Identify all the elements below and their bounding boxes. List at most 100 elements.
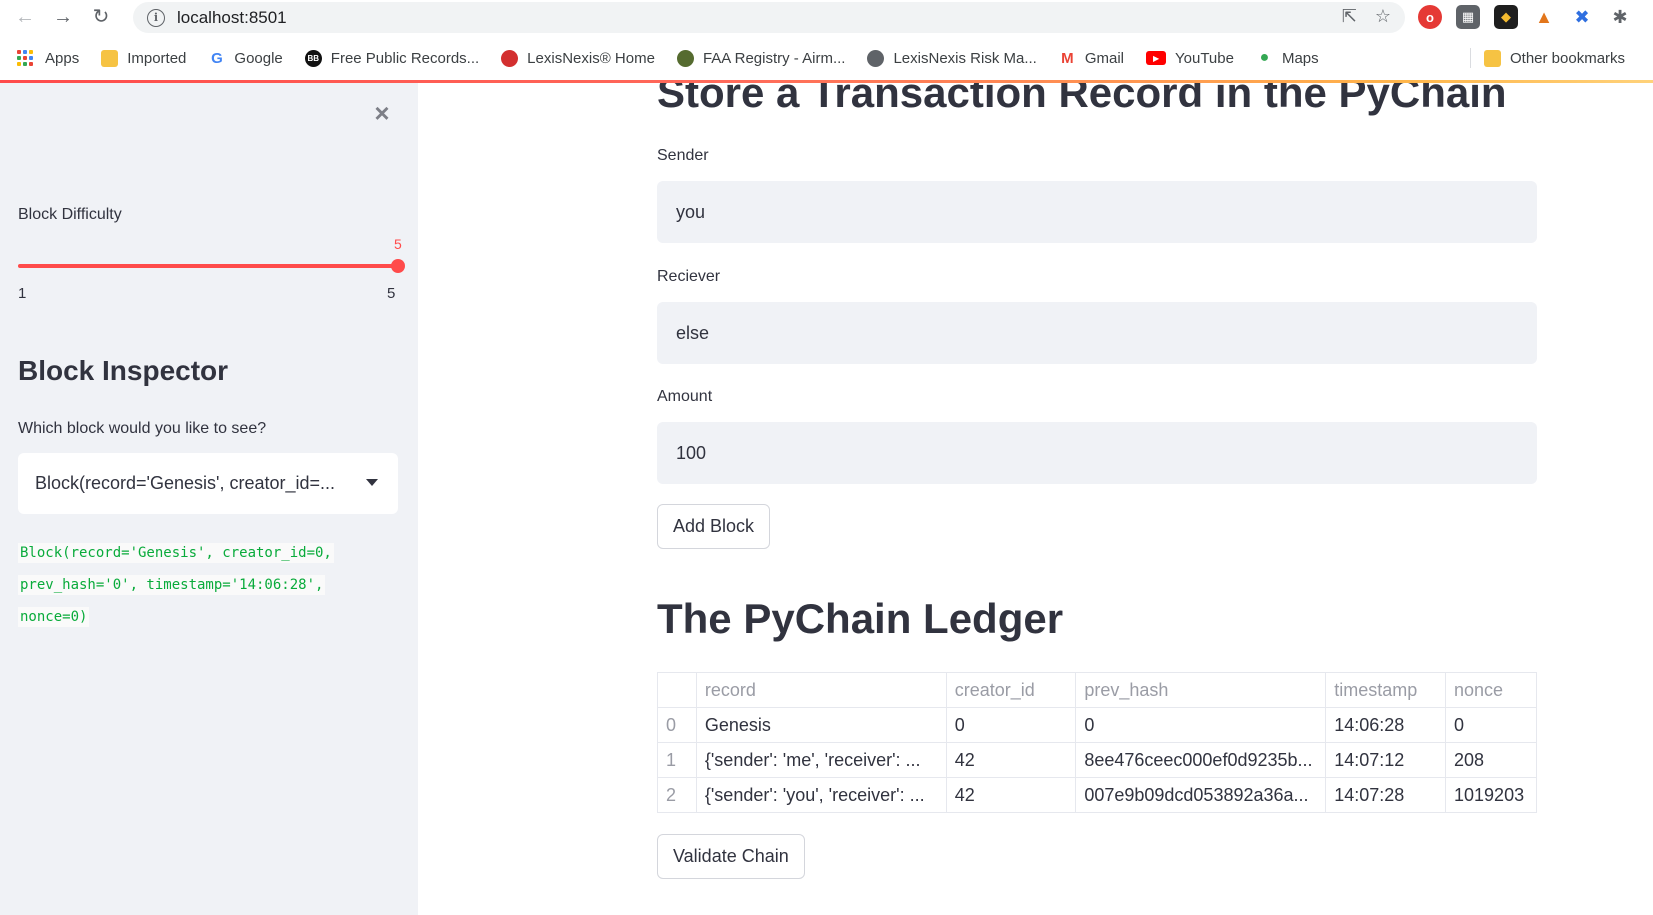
column-header-prev-hash[interactable]: prev_hash xyxy=(1075,672,1327,708)
page-title: Store a Transaction Record in the PyChai… xyxy=(657,83,1507,116)
amount-label: Amount xyxy=(657,388,713,405)
validate-chain-button[interactable]: Validate Chain xyxy=(657,834,805,879)
main-content: Store a Transaction Record in the PyChai… xyxy=(418,83,1653,915)
bookmark-gmail[interactable]: M Gmail xyxy=(1059,50,1124,67)
reload-icon[interactable]: ↻ xyxy=(88,4,114,30)
bookmark-label: Gmail xyxy=(1084,49,1125,67)
cell-nonce[interactable]: 208 xyxy=(1445,742,1537,778)
block-select-value: Block(record='Genesis', creator_id=... xyxy=(35,473,336,493)
table-row: 2 {'sender': 'you', 'receiver': ... 42 0… xyxy=(657,777,1537,813)
bookmark-label: Free Public Records... xyxy=(330,49,480,67)
add-block-button[interactable]: Add Block xyxy=(657,504,771,549)
cell-nonce[interactable]: 1019203 xyxy=(1445,777,1537,813)
block-select[interactable]: Block(record='Genesis', creator_id=... xyxy=(18,453,398,514)
bookmark-apps[interactable]: Apps xyxy=(17,49,80,67)
bookmark-label: LexisNexis Risk Ma... xyxy=(893,49,1037,67)
google-icon: G xyxy=(211,49,223,67)
bookmark-other[interactable]: Other bookmarks xyxy=(1484,49,1626,67)
row-index: 1 xyxy=(657,742,697,778)
column-header-creator-id[interactable]: creator_id xyxy=(945,672,1077,708)
code-line: Block(record='Genesis', creator_id=0, xyxy=(18,543,334,563)
sender-input[interactable] xyxy=(657,181,1537,243)
difficulty-slider-track[interactable] xyxy=(18,264,398,268)
bookmark-free-public-records[interactable]: BB Free Public Records... xyxy=(304,49,480,67)
table-row: 1 {'sender': 'me', 'receiver': ... 42 8e… xyxy=(657,742,1537,778)
bookmark-imported[interactable]: Imported xyxy=(101,49,187,67)
bookmark-label: Google xyxy=(234,49,283,67)
address-url[interactable]: localhost:8501 xyxy=(177,8,287,28)
cell-timestamp[interactable]: 14:07:12 xyxy=(1325,742,1447,778)
cell-prev-hash[interactable]: 0 xyxy=(1075,707,1327,743)
extension-red-icon[interactable]: o xyxy=(1418,5,1442,29)
cell-creator-id[interactable]: 0 xyxy=(945,707,1077,743)
sidebar: × Block Difficulty 5 1 5 Block Inspector… xyxy=(0,83,418,915)
bookmarks-separator xyxy=(1470,48,1471,68)
cell-prev-hash[interactable]: 8ee476ceec000ef0d9235b... xyxy=(1075,742,1327,778)
bookmark-lexisnexis-risk[interactable]: LexisNexis Risk Ma... xyxy=(867,49,1037,67)
forward-arrow-icon[interactable]: → xyxy=(50,4,76,30)
bookmark-google[interactable]: G Google xyxy=(208,49,283,67)
cell-record[interactable]: Genesis xyxy=(695,707,947,743)
bookmark-youtube[interactable]: ▶ YouTube xyxy=(1146,50,1234,67)
extension-gray-icon[interactable]: ▦ xyxy=(1456,5,1480,29)
extension-binance-icon[interactable]: ◆ xyxy=(1494,5,1518,29)
table-header-row: record creator_id prev_hash timestamp no… xyxy=(657,672,1537,708)
cell-creator-id[interactable]: 42 xyxy=(945,777,1077,813)
bookmark-faa-registry[interactable]: FAA Registry - Airm... xyxy=(676,49,846,67)
block-select-label: Which block would you like to see? xyxy=(18,420,267,437)
bookmark-label: Other bookmarks xyxy=(1510,49,1626,67)
back-arrow-icon[interactable]: ← xyxy=(12,4,38,30)
bookmark-star-icon[interactable]: ☆ xyxy=(1375,6,1391,27)
youtube-icon: ▶ xyxy=(1146,51,1167,65)
folder-icon xyxy=(101,49,119,67)
bookmark-label: Apps xyxy=(45,49,80,67)
block-difficulty-label: Block Difficulty xyxy=(18,206,122,223)
faa-icon xyxy=(676,49,694,67)
bookmark-lexisnexis-home[interactable]: LexisNexis® Home xyxy=(501,49,655,67)
slider-min-label: 1 xyxy=(18,285,27,302)
metamask-fox-icon[interactable]: ▲ xyxy=(1532,5,1556,29)
ledger-heading: The PyChain Ledger xyxy=(657,595,1064,642)
receiver-input[interactable] xyxy=(657,302,1537,364)
ledger-table: record creator_id prev_hash timestamp no… xyxy=(657,672,1537,813)
cell-nonce[interactable]: 0 xyxy=(1445,707,1537,743)
column-header-record[interactable]: record xyxy=(695,672,947,708)
bookmarks-bar: Apps Imported G Google BB Free Public Re… xyxy=(0,42,1653,74)
maps-icon: ● xyxy=(1259,49,1270,66)
cell-record[interactable]: {'sender': 'me', 'receiver': ... xyxy=(695,742,947,778)
globe-icon xyxy=(867,49,885,67)
close-icon[interactable]: × xyxy=(370,100,394,126)
share-icon[interactable]: ⇱ xyxy=(1342,6,1357,27)
amount-input[interactable] xyxy=(657,422,1537,484)
extension-blue-x-icon[interactable]: ✖ xyxy=(1570,5,1594,29)
apps-grid-icon xyxy=(17,49,34,67)
cell-timestamp[interactable]: 14:07:28 xyxy=(1325,777,1447,813)
receiver-label: Reciever xyxy=(657,268,721,285)
bookmark-label: Imported xyxy=(127,49,187,67)
bb-icon: BB xyxy=(304,49,322,67)
bookmark-label: FAA Registry - Airm... xyxy=(702,49,846,67)
row-index: 0 xyxy=(657,707,697,743)
slider-max-label: 5 xyxy=(387,285,396,302)
code-line: nonce=0) xyxy=(18,607,90,627)
cell-creator-id[interactable]: 42 xyxy=(945,742,1077,778)
slider-current-value: 5 xyxy=(394,236,402,252)
site-info-icon[interactable]: i xyxy=(147,8,165,27)
column-header-timestamp[interactable]: timestamp xyxy=(1325,672,1447,708)
bookmark-label: YouTube xyxy=(1175,49,1234,67)
chevron-down-icon[interactable] xyxy=(366,479,378,486)
bookmark-maps[interactable]: ● Maps xyxy=(1256,49,1319,67)
table-row: 0 Genesis 0 0 14:06:28 0 xyxy=(657,707,1537,743)
row-index: 2 xyxy=(657,777,697,813)
column-header-index[interactable] xyxy=(657,672,697,708)
cell-timestamp[interactable]: 14:06:28 xyxy=(1325,707,1447,743)
column-header-nonce[interactable]: nonce xyxy=(1445,672,1537,708)
gmail-icon: M xyxy=(1061,49,1074,67)
sender-label: Sender xyxy=(657,147,709,164)
cell-prev-hash[interactable]: 007e9b09dcd053892a36a... xyxy=(1075,777,1327,813)
address-bar[interactable]: i localhost:8501 ⇱ ☆ xyxy=(133,2,1405,33)
cell-record[interactable]: {'sender': 'you', 'receiver': ... xyxy=(695,777,947,813)
bookmark-label: Maps xyxy=(1281,49,1319,67)
extensions-puzzle-icon[interactable]: ✱ xyxy=(1608,5,1632,29)
difficulty-slider-thumb[interactable] xyxy=(391,259,405,273)
